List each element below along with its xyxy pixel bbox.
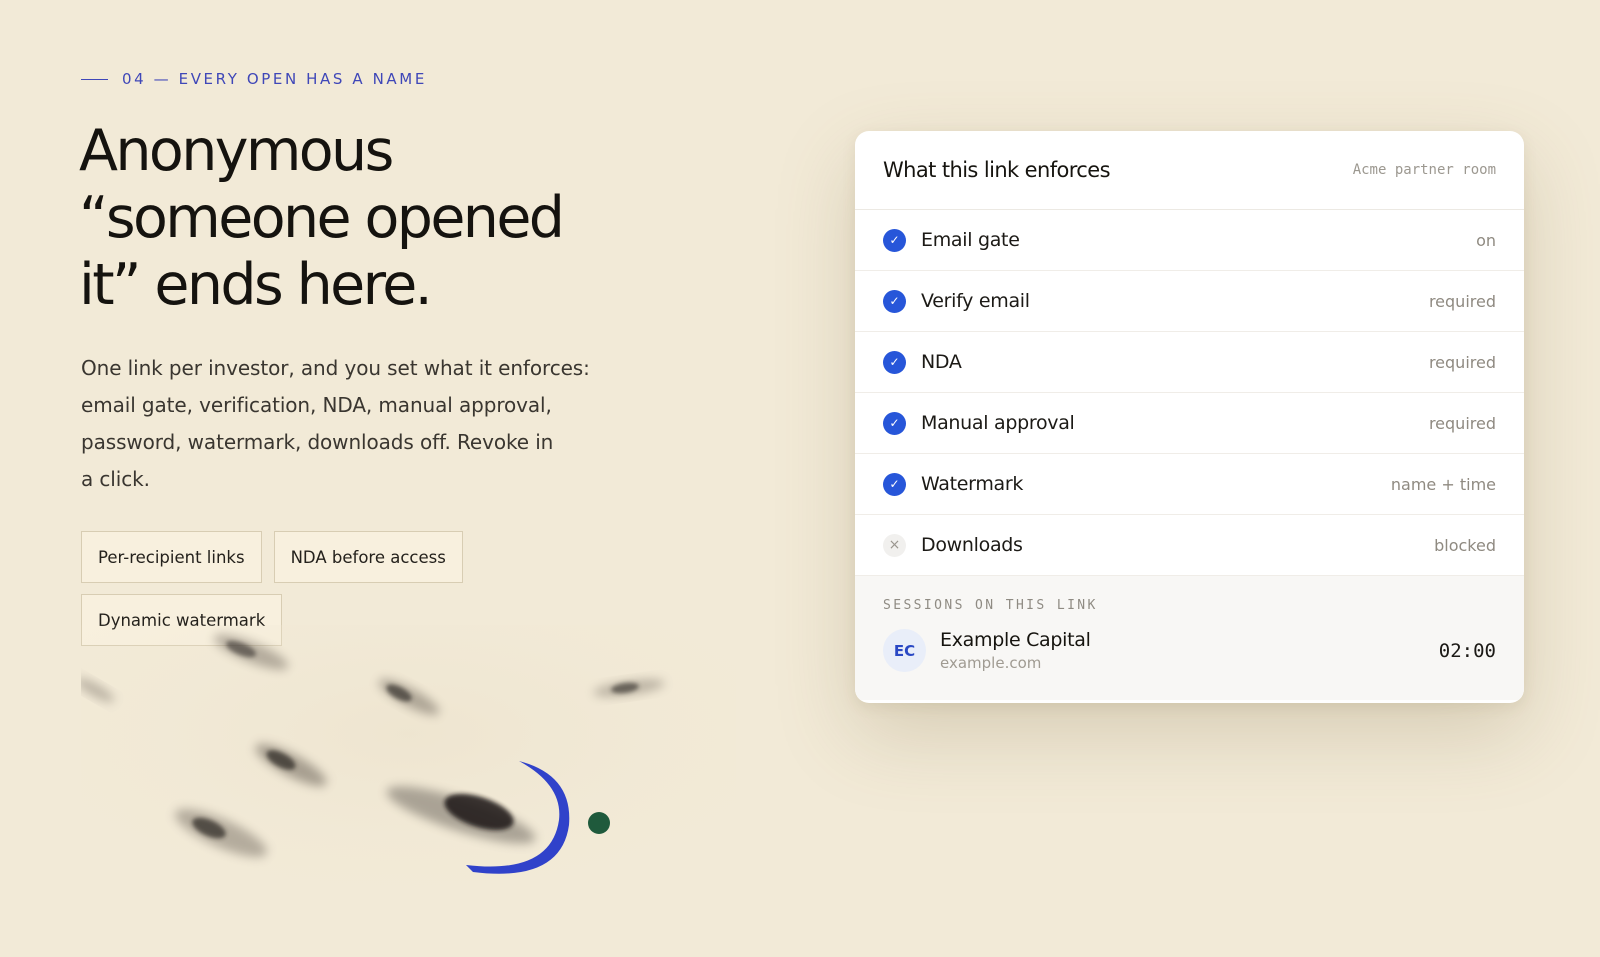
rule-value: required xyxy=(1428,352,1496,372)
session-info: Example Capital example.com xyxy=(940,629,1439,672)
check-icon: ✓ xyxy=(883,289,906,313)
rule-label: Watermark xyxy=(921,473,1024,495)
sessions-title: SESSIONS ON THIS LINK xyxy=(883,598,1098,613)
session-time: 02:00 xyxy=(1438,639,1496,662)
rule-label: Downloads xyxy=(921,534,1023,556)
rule-label: NDA xyxy=(921,351,962,373)
headline: Anonymous “someone opened it” ends here. xyxy=(79,118,719,319)
lede-line: a click. xyxy=(81,467,150,491)
rule-label: Email gate xyxy=(921,229,1020,251)
session-row[interactable]: EC Example Capital example.com 02:00 xyxy=(883,629,1496,672)
lede-paragraph: One link per investor, and you set what … xyxy=(81,350,641,498)
card-title: What this link enforces xyxy=(883,158,1111,182)
section-eyebrow: 04 — EVERY OPEN HAS A NAME xyxy=(81,70,427,88)
rule-value: on xyxy=(1476,230,1496,250)
rule-row-verify-email[interactable]: ✓ Verify email required xyxy=(855,271,1524,332)
rule-row-manual-approval[interactable]: ✓ Manual approval required xyxy=(855,393,1524,454)
card-header: What this link enforces Acme partner roo… xyxy=(855,131,1524,210)
rule-row-email-gate[interactable]: ✓ Email gate on xyxy=(855,210,1524,271)
check-icon: ✓ xyxy=(883,411,906,435)
rule-value: name + time xyxy=(1390,474,1496,494)
check-icon: ✓ xyxy=(883,228,906,252)
link-enforcement-card: What this link enforces Acme partner roo… xyxy=(855,131,1524,703)
lede-line: password, watermark, downloads off. Revo… xyxy=(81,430,554,454)
rule-label: Manual approval xyxy=(921,412,1075,434)
session-domain: example.com xyxy=(940,654,1042,672)
check-icon: ✓ xyxy=(883,472,906,496)
room-name: Acme partner room xyxy=(1352,162,1496,178)
avatar: EC xyxy=(883,629,926,672)
rule-row-downloads[interactable]: × Downloads blocked xyxy=(855,515,1524,576)
rule-row-nda[interactable]: ✓ NDA required xyxy=(855,332,1524,393)
headline-line: it” ends here. xyxy=(79,252,433,318)
check-icon: ✓ xyxy=(883,350,906,374)
close-icon: × xyxy=(883,533,906,557)
headline-line: Anonymous xyxy=(79,118,394,184)
lede-line: email gate, verification, NDA, manual ap… xyxy=(81,393,552,417)
rule-value: required xyxy=(1428,413,1496,433)
ink-green-dot xyxy=(588,812,610,834)
ink-illustration xyxy=(81,625,736,897)
lede-line: One link per investor, and you set what … xyxy=(81,356,590,380)
rule-row-watermark[interactable]: ✓ Watermark name + time xyxy=(855,454,1524,515)
rule-value: required xyxy=(1428,291,1496,311)
tag-per-recipient-links: Per-recipient links xyxy=(81,531,262,583)
sessions-panel: SESSIONS ON THIS LINK EC Example Capital… xyxy=(855,576,1524,700)
rule-value: blocked xyxy=(1434,535,1496,555)
session-name: Example Capital xyxy=(940,629,1091,651)
rule-label: Verify email xyxy=(921,290,1030,312)
headline-line: “someone opened xyxy=(79,185,565,251)
tag-nda-before-access: NDA before access xyxy=(273,531,463,583)
eyebrow-rule xyxy=(81,78,108,80)
eyebrow-text: 04 — EVERY OPEN HAS A NAME xyxy=(122,70,427,88)
art-backdrop xyxy=(81,625,736,897)
